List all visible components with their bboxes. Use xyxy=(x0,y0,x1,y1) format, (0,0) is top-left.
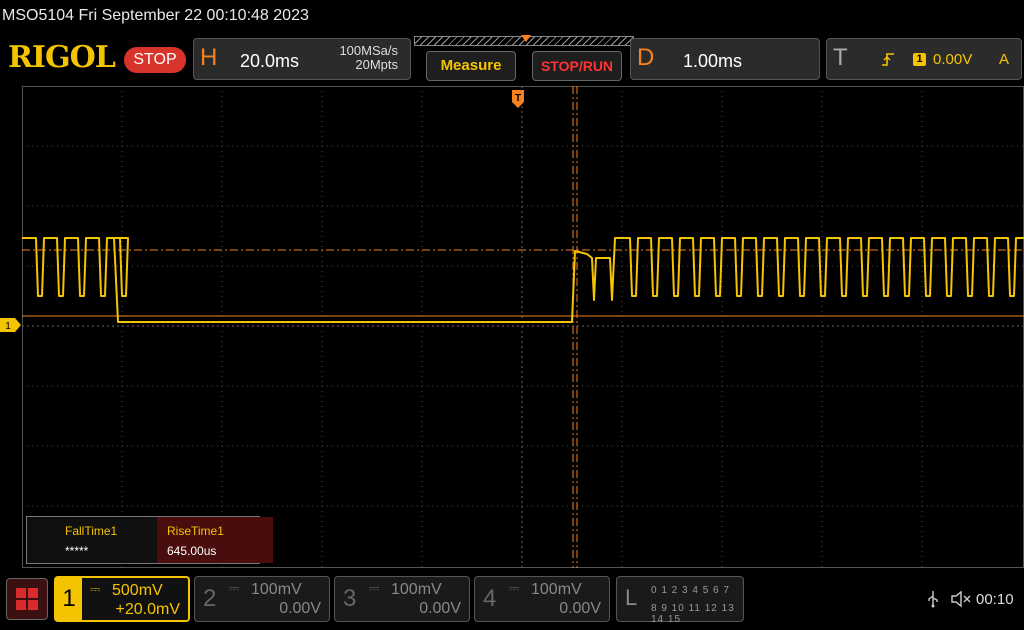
usb-icon xyxy=(928,591,938,608)
memory-position-strip xyxy=(414,35,634,46)
logic-row-high: 8 9 10 11 12 13 14 15 xyxy=(651,603,735,625)
channel1-number: 1 xyxy=(56,578,82,620)
channel1-offset: +20.0mV xyxy=(115,601,180,618)
title-bar: MSO5104 Fri September 22 00:10:48 2023 xyxy=(0,0,1024,34)
measurement-panel[interactable]: FallTime1 ***** RiseTime1 645.00us xyxy=(26,516,273,564)
dc-coupling-icon: ⎓ xyxy=(229,580,240,595)
measurement-falltime[interactable]: FallTime1 ***** xyxy=(27,517,143,563)
channel4-scale: 100mV xyxy=(531,581,582,598)
channel1-marker: 1 xyxy=(0,318,21,332)
clock: 00:10 xyxy=(976,591,1014,608)
menu-button[interactable] xyxy=(6,578,48,620)
graticule-border xyxy=(22,86,1024,568)
delay-letter: D xyxy=(637,44,655,71)
trigger-settings[interactable]: T 1 0.00V A xyxy=(826,38,1022,80)
timebase-value: 20.0ms xyxy=(240,51,300,71)
trigger-source: 1 xyxy=(913,53,926,66)
channel2-offset: 0.00V xyxy=(279,600,321,617)
channel1-marker-label: 1 xyxy=(5,321,11,332)
delay-value: 1.00ms xyxy=(683,51,743,71)
window-title: MSO5104 Fri September 22 00:10:48 2023 xyxy=(2,7,309,24)
channel3-offset: 0.00V xyxy=(419,600,461,617)
channel4-settings[interactable]: 4 ⎓ 100mV 0.00V xyxy=(474,576,610,622)
channel1-scale: 500mV xyxy=(112,582,163,599)
speaker-muted-icon[interactable] xyxy=(950,590,972,608)
trigger-level: 0.00V xyxy=(933,51,973,68)
center-axes xyxy=(22,86,1024,568)
channel2-number: 2 xyxy=(203,585,217,612)
trigger-time-marker: T xyxy=(512,90,524,108)
channel3-scale: 100mV xyxy=(391,581,442,598)
channel1-settings[interactable]: 1 ⎓ 500mV +20.0mV xyxy=(54,576,190,622)
logic-channels[interactable]: L 0 1 2 3 4 5 6 7 8 9 10 11 12 13 14 15 xyxy=(616,576,744,625)
logic-row-low: 0 1 2 3 4 5 6 7 xyxy=(651,585,730,596)
dc-coupling-icon: ⎓ xyxy=(90,581,101,596)
bottom-bar: 1 ⎓ 500mV +20.0mV 2 ⎓ 100mV 0.00V 3 ⎓ 10… xyxy=(0,572,1024,630)
graticule xyxy=(22,86,1024,568)
rising-edge-icon xyxy=(881,51,895,70)
trigger-position-marker xyxy=(521,35,531,42)
measure-button[interactable]: Measure xyxy=(426,51,516,81)
channel2-scale: 100mV xyxy=(251,581,302,598)
trigger-letter: T xyxy=(833,44,848,71)
measurement-name: FallTime1 xyxy=(65,524,118,538)
grid-menu-icon xyxy=(16,588,38,610)
sample-info: 100MSa/s 20Mpts xyxy=(339,44,398,72)
dc-coupling-icon: ⎓ xyxy=(509,580,520,595)
measurement-value: 645.00us xyxy=(167,544,217,558)
top-toolbar: RIGOL STOP H 20.0ms 100MSa/s 20Mpts Meas… xyxy=(0,34,1024,84)
channel1-waveform xyxy=(22,237,1024,323)
measurement-name: RiseTime1 xyxy=(167,524,224,538)
channel4-number: 4 xyxy=(483,585,497,612)
channel3-settings[interactable]: 3 ⎓ 100mV 0.00V xyxy=(334,576,470,622)
run-state-badge[interactable]: STOP xyxy=(124,47,186,73)
delay-settings[interactable]: D 1.00ms xyxy=(630,38,820,80)
horizontal-letter: H xyxy=(200,44,218,71)
waveform-display[interactable] xyxy=(22,86,1024,568)
dc-coupling-icon: ⎓ xyxy=(369,580,380,595)
measurement-risetime[interactable]: RiseTime1 645.00us xyxy=(157,517,273,563)
rigol-logo: RIGOL xyxy=(8,40,116,75)
measurement-value: ***** xyxy=(65,544,89,558)
horizontal-settings[interactable]: H 20.0ms 100MSa/s 20Mpts xyxy=(193,38,411,80)
trigger-marker-label: T xyxy=(515,93,521,104)
trigger-mode: A xyxy=(998,51,1009,68)
stop-run-button[interactable]: STOP/RUN xyxy=(532,51,622,81)
channel4-offset: 0.00V xyxy=(559,600,601,617)
channel3-number: 3 xyxy=(343,585,357,612)
channel2-settings[interactable]: 2 ⎓ 100mV 0.00V xyxy=(194,576,330,622)
logic-letter: L xyxy=(625,585,638,610)
memory-depth: 20Mpts xyxy=(355,57,398,72)
sample-rate: 100MSa/s xyxy=(339,43,398,58)
